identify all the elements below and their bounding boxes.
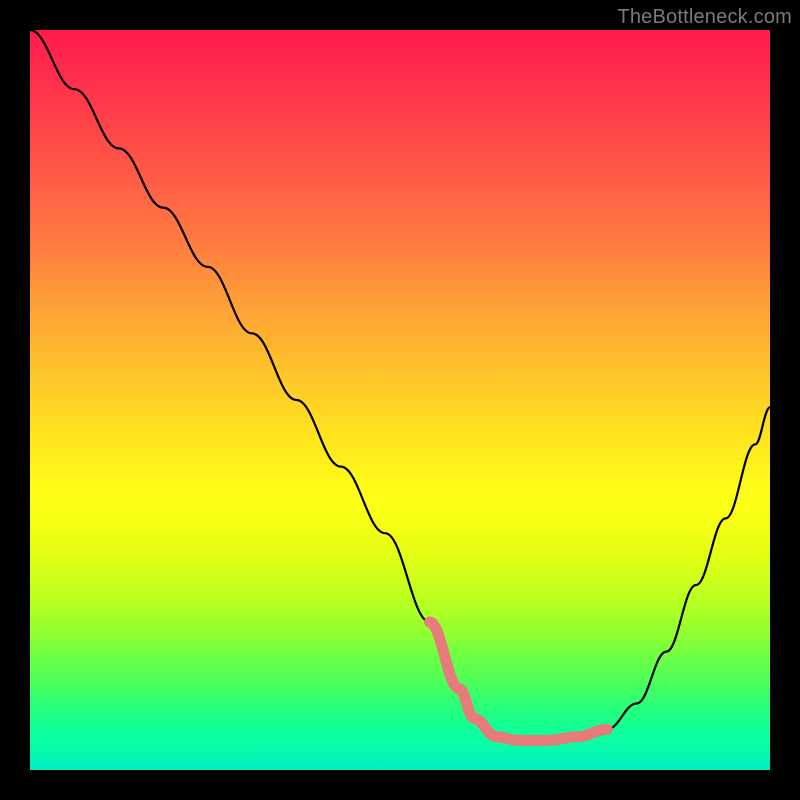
chart-stage: TheBottleneck.com [0, 0, 800, 800]
plot-area [30, 30, 770, 770]
watermark-text: TheBottleneck.com [617, 6, 792, 29]
background-gradient [30, 30, 770, 770]
